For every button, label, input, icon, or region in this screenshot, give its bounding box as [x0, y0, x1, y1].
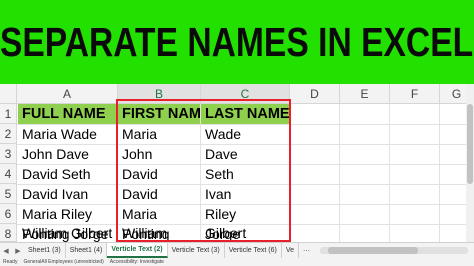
cell-last-name[interactable]: Riley: [201, 204, 289, 224]
row-header-6[interactable]: 6: [0, 204, 17, 224]
cell-first-name[interactable]: Maria: [118, 124, 200, 144]
row-header-4[interactable]: 4: [0, 164, 17, 184]
cell-first-name[interactable]: John: [118, 144, 200, 164]
row-header-8-visible[interactable]: 8: [0, 226, 17, 242]
sheet-tab[interactable]: Verticle Text (6): [225, 243, 282, 258]
select-all-corner[interactable]: [0, 84, 17, 104]
column-header-b[interactable]: B: [118, 84, 201, 104]
cell-full-name[interactable]: Maria Riley: [18, 204, 117, 224]
row-header-5[interactable]: 5: [0, 184, 17, 204]
row-header-3[interactable]: 3: [0, 144, 17, 164]
cell-full-name[interactable]: David Seth: [18, 164, 117, 184]
status-bar: Ready GeneralAll Employees (unrestricted…: [0, 258, 474, 266]
cell-first-name[interactable]: David: [118, 164, 200, 184]
row-header-2[interactable]: 2: [0, 124, 17, 144]
cell-full-name[interactable]: David Ivan: [18, 184, 117, 204]
sheet-tab[interactable]: Ve: [282, 243, 300, 258]
cell-full-name[interactable]: John Dave: [18, 144, 117, 164]
cell-full-name[interactable]: Ponting Jorge: [18, 226, 117, 242]
tab-next-icon[interactable]: ▶: [15, 247, 20, 255]
column-header-f[interactable]: F: [390, 84, 440, 104]
cell-last-name[interactable]: Seth: [201, 164, 289, 184]
vertical-scroll-thumb[interactable]: [467, 104, 473, 184]
vertical-scrollbar[interactable]: [466, 84, 474, 242]
cell-a1-header[interactable]: FULL NAME: [18, 104, 117, 124]
sheet-tab[interactable]: Sheet1 (4): [66, 243, 108, 258]
row-header-1[interactable]: 1: [0, 104, 17, 124]
cell-first-name[interactable]: Ponting: [118, 226, 200, 242]
tab-navigation[interactable]: ◀ ▶: [0, 243, 24, 258]
cell-last-name[interactable]: Ivan: [201, 184, 289, 204]
horizontal-scrollbar[interactable]: [320, 247, 468, 254]
cell-full-name[interactable]: Maria Wade: [18, 124, 117, 144]
cell-last-name[interactable]: Wade: [201, 124, 289, 144]
cell-first-name[interactable]: David: [118, 184, 200, 204]
column-header-e[interactable]: E: [340, 84, 390, 104]
status-ready: Ready: [3, 259, 18, 265]
cell-b1-header[interactable]: FIRST NAME: [118, 104, 200, 124]
tab-prev-icon[interactable]: ◀: [3, 247, 8, 255]
horizontal-scroll-thumb[interactable]: [328, 247, 419, 254]
column-header-c[interactable]: C: [201, 84, 290, 104]
cell-last-name[interactable]: Dave: [201, 144, 289, 164]
sensitivity-label[interactable]: GeneralAll Employees (unrestricted): [23, 259, 103, 265]
spreadsheet-grid[interactable]: A B C D E F G 1 2 3 4 5 6 7 8 FULL NAME …: [0, 84, 474, 242]
sheet-tab[interactable]: Verticle Text (3): [168, 243, 225, 258]
column-header-a[interactable]: A: [17, 84, 118, 104]
cell-c1-header[interactable]: LAST NAME: [201, 104, 289, 124]
title-banner: SEPARATE NAMES IN EXCEL: [0, 0, 474, 85]
sheet-tab-bar: ◀ ▶ Sheet1 (3) Sheet1 (4) Verticle Text …: [0, 242, 474, 258]
sheet-tab-active[interactable]: Verticle Text (2): [107, 243, 168, 258]
more-tabs-icon[interactable]: ⋯: [299, 243, 314, 258]
accessibility-status[interactable]: Accessibility: Investigate: [110, 259, 164, 265]
sheet-tab[interactable]: Sheet1 (3): [24, 243, 66, 258]
cell-first-name[interactable]: Maria: [118, 204, 200, 224]
banner-title: SEPARATE NAMES IN EXCEL: [0, 18, 474, 65]
column-header-d[interactable]: D: [290, 84, 340, 104]
cell-last-name[interactable]: Jorge: [201, 226, 289, 242]
